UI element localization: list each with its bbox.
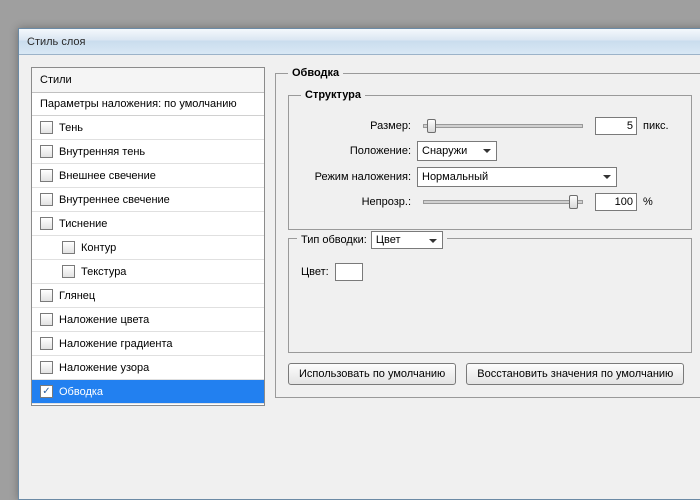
size-unit: пикс. xyxy=(643,120,679,132)
fill-type-label: Тип обводки: xyxy=(301,234,367,246)
style-item-2[interactable]: Внешнее свечение xyxy=(32,164,264,188)
style-item-3[interactable]: Внутреннее свечение xyxy=(32,188,264,212)
opacity-input[interactable] xyxy=(595,193,637,211)
style-checkbox[interactable] xyxy=(40,217,53,230)
color-label: Цвет: xyxy=(301,266,329,278)
style-item-5[interactable]: Контур xyxy=(32,236,264,260)
size-input[interactable] xyxy=(595,117,637,135)
position-label: Положение: xyxy=(301,145,411,157)
style-item-7[interactable]: Глянец xyxy=(32,284,264,308)
opacity-label: Непрозр.: xyxy=(301,196,411,208)
styles-header[interactable]: Стили xyxy=(32,68,264,93)
style-label: Тиснение xyxy=(59,218,107,230)
style-item-4[interactable]: Тиснение xyxy=(32,212,264,236)
style-label: Внутренняя тень xyxy=(59,146,145,158)
style-checkbox[interactable] xyxy=(40,193,53,206)
position-select[interactable]: Снаружи xyxy=(417,141,497,161)
style-label: Внутреннее свечение xyxy=(59,194,170,206)
style-item-1[interactable]: Внутренняя тень xyxy=(32,140,264,164)
style-checkbox[interactable] xyxy=(40,361,53,374)
style-checkbox[interactable] xyxy=(40,121,53,134)
titlebar[interactable]: Стиль слоя xyxy=(19,29,700,55)
style-checkbox[interactable] xyxy=(40,337,53,350)
size-slider[interactable] xyxy=(423,124,583,128)
structure-group: Структура Размер: пикс. Положение: Снару… xyxy=(288,89,692,230)
structure-title: Структура xyxy=(301,89,365,101)
style-label: Глянец xyxy=(59,290,95,302)
style-item-11[interactable]: Обводка xyxy=(32,380,264,404)
make-default-button[interactable]: Использовать по умолчанию xyxy=(288,363,456,385)
layer-style-dialog: Стиль слоя Стили Параметры наложения: по… xyxy=(18,28,700,500)
style-checkbox[interactable] xyxy=(40,313,53,326)
style-item-8[interactable]: Наложение цвета xyxy=(32,308,264,332)
style-item-0[interactable]: Тень xyxy=(32,116,264,140)
style-label: Текстура xyxy=(81,266,126,278)
stroke-group: Обводка Структура Размер: пикс. Положени… xyxy=(275,67,700,398)
style-item-10[interactable]: Наложение узора xyxy=(32,356,264,380)
style-label: Контур xyxy=(81,242,116,254)
color-swatch[interactable] xyxy=(335,263,363,281)
style-label: Наложение градиента xyxy=(59,338,173,350)
settings-panel: Обводка Структура Размер: пикс. Положени… xyxy=(275,67,700,406)
blend-mode-select[interactable]: Нормальный xyxy=(417,167,617,187)
style-checkbox[interactable] xyxy=(62,265,75,278)
styles-panel: Стили Параметры наложения: по умолчанию … xyxy=(31,67,265,406)
style-label: Наложение узора xyxy=(59,362,149,374)
stroke-title: Обводка xyxy=(288,67,343,79)
style-item-9[interactable]: Наложение градиента xyxy=(32,332,264,356)
style-checkbox[interactable] xyxy=(40,169,53,182)
style-label: Наложение цвета xyxy=(59,314,149,326)
opacity-slider[interactable] xyxy=(423,200,583,204)
style-item-6[interactable]: Текстура xyxy=(32,260,264,284)
fill-type-group: Тип обводки: Цвет Цвет: xyxy=(288,238,692,353)
style-checkbox[interactable] xyxy=(40,289,53,302)
blend-mode-label: Режим наложения: xyxy=(301,171,411,183)
blending-options-default[interactable]: Параметры наложения: по умолчанию xyxy=(32,93,264,116)
size-label: Размер: xyxy=(301,120,411,132)
fill-type-select[interactable]: Цвет xyxy=(371,231,443,249)
style-label: Обводка xyxy=(59,386,103,398)
style-checkbox[interactable] xyxy=(40,385,53,398)
reset-default-button[interactable]: Восстановить значения по умолчанию xyxy=(466,363,684,385)
opacity-unit: % xyxy=(643,196,679,208)
style-checkbox[interactable] xyxy=(40,145,53,158)
window-title: Стиль слоя xyxy=(27,36,85,48)
style-label: Внешнее свечение xyxy=(59,170,156,182)
style-checkbox[interactable] xyxy=(62,241,75,254)
style-label: Тень xyxy=(59,122,83,134)
